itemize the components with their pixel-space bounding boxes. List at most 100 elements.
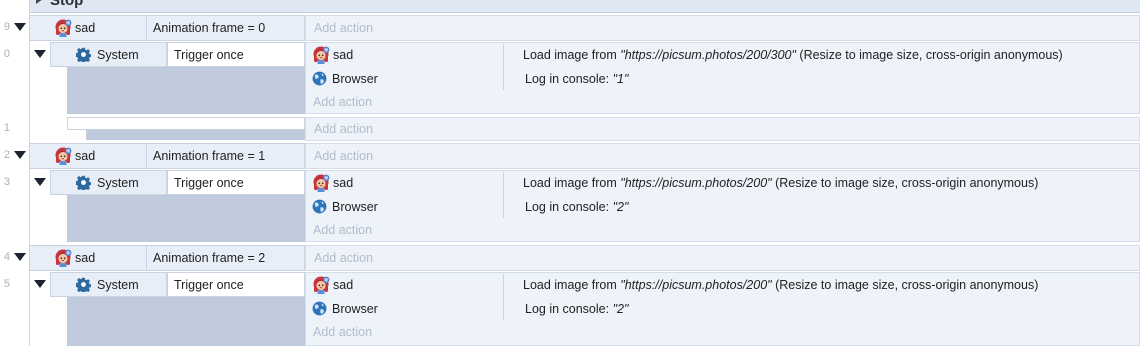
line-number: 4	[3, 251, 10, 263]
action-text: Log in console: "2"	[525, 200, 628, 214]
add-action-text: Add action	[313, 325, 373, 339]
action-text: Load image from "https://picsum.photos/2…	[523, 278, 1038, 292]
action-object-name: Browser	[332, 71, 378, 86]
action-text: Log in console: "1"	[525, 72, 628, 86]
action-text-suffix: (Resize to image size, cross-origin anon…	[771, 277, 1039, 292]
action-object-name: sad	[333, 47, 354, 62]
action-text-string: "https://picsum.photos/200/300"	[620, 47, 796, 62]
girl-sprite-icon	[54, 249, 72, 267]
event-object-cell[interactable]: sad	[54, 245, 146, 271]
girl-sprite-icon	[54, 19, 72, 37]
sub-event-object-cell[interactable]: System	[50, 272, 167, 297]
action-row[interactable]: sad Load image from "https://picsum.phot…	[312, 171, 1140, 194]
sub-event-object-name: System	[97, 47, 139, 62]
add-action-text: Add action	[314, 21, 374, 35]
globe-icon	[312, 71, 327, 86]
sub-event-object-cell[interactable]: System	[50, 42, 167, 67]
sub-event-condition[interactable]: Trigger once	[167, 170, 305, 195]
line-number: 1	[3, 122, 10, 134]
line-number: 0	[3, 48, 10, 60]
event-object-cell[interactable]: sad	[54, 15, 146, 41]
action-row[interactable]: Browser Log in console: "2"	[312, 195, 1140, 218]
add-action-link[interactable]: Add action	[313, 321, 513, 343]
add-action-text: Add action	[314, 122, 374, 136]
group-title: Stop	[50, 0, 84, 9]
globe-icon	[312, 301, 327, 316]
girl-sprite-icon	[312, 174, 330, 192]
line-number: 9	[3, 21, 10, 33]
sub-event-body	[67, 67, 305, 114]
action-object-name: Browser	[332, 199, 378, 214]
action-text-prefix: Log in console:	[525, 71, 613, 86]
sub-event-condition-text: Trigger once	[174, 277, 244, 292]
sub-event-condition[interactable]: Trigger once	[167, 42, 305, 67]
event-object-name: sad	[75, 149, 96, 163]
triangle-down-icon[interactable]	[14, 23, 26, 31]
add-action-link[interactable]: Add action	[313, 219, 513, 241]
girl-sprite-icon	[54, 147, 72, 165]
event-condition[interactable]: Animation frame = 2	[153, 245, 303, 271]
sub-event-body	[67, 195, 305, 242]
action-text-string: "2"	[612, 301, 629, 316]
event-condition[interactable]: Animation frame = 0	[153, 15, 303, 41]
add-action-link[interactable]: Add action	[305, 117, 1140, 141]
event-condition[interactable]: Animation frame = 1	[153, 143, 303, 169]
event-object-cell[interactable]: sad	[54, 143, 146, 169]
empty-sub-event[interactable]	[67, 117, 305, 130]
event-condition-text: Animation frame = 0	[153, 21, 266, 35]
globe-icon	[312, 199, 327, 214]
triangle-down-icon[interactable]	[34, 178, 46, 186]
triangle-down-icon[interactable]	[14, 253, 26, 261]
add-action-text: Add action	[313, 223, 373, 237]
action-text-prefix: Load image from	[523, 277, 621, 292]
girl-sprite-icon	[312, 46, 330, 64]
add-action-link[interactable]: Add action	[305, 15, 1140, 41]
action-text-string: "1"	[612, 71, 629, 86]
event-condition-text: Animation frame = 2	[153, 251, 266, 265]
action-object-name: Browser	[332, 301, 378, 316]
sub-event-object-name: System	[97, 277, 139, 292]
add-action-link[interactable]: Add action	[305, 143, 1140, 169]
add-action-link[interactable]: Add action	[313, 91, 513, 113]
action-text-string: "2"	[612, 199, 629, 214]
group-collapse-icon[interactable]	[36, 0, 43, 4]
triangle-down-icon[interactable]	[14, 151, 26, 159]
action-text: Load image from "https://picsum.photos/2…	[523, 48, 1063, 62]
action-row[interactable]: Browser Log in console: "2"	[312, 297, 1140, 320]
action-object-name: sad	[333, 277, 354, 292]
sub-event-object-name: System	[97, 175, 139, 190]
action-row[interactable]: sad Load image from "https://picsum.phot…	[312, 273, 1140, 296]
girl-sprite-icon	[312, 276, 330, 294]
line-number: 2	[3, 149, 10, 161]
triangle-down-icon[interactable]	[34, 50, 46, 58]
add-action-text: Add action	[314, 149, 374, 163]
gear-icon	[76, 277, 91, 292]
action-text-prefix: Log in console:	[525, 301, 613, 316]
action-text-string: "https://picsum.photos/200"	[620, 277, 772, 292]
add-action-link[interactable]: Add action	[305, 245, 1140, 271]
event-condition-text: Animation frame = 1	[153, 149, 266, 163]
line-number: 3	[3, 176, 10, 188]
action-text-prefix: Load image from	[523, 175, 621, 190]
action-text-prefix: Log in console:	[525, 199, 613, 214]
event-object-name: sad	[75, 251, 96, 265]
action-text: Log in console: "2"	[525, 302, 628, 316]
action-text-prefix: Load image from	[523, 47, 621, 62]
gear-icon	[76, 175, 91, 190]
action-row[interactable]: sad Load image from "https://picsum.phot…	[312, 43, 1140, 66]
triangle-down-icon[interactable]	[34, 280, 46, 288]
action-text: Load image from "https://picsum.photos/2…	[523, 176, 1038, 190]
add-action-text: Add action	[314, 251, 374, 265]
action-text-suffix: (Resize to image size, cross-origin anon…	[795, 47, 1063, 62]
sub-event-condition-text: Trigger once	[174, 47, 244, 62]
empty-sub-event-body	[86, 130, 305, 140]
action-object-name: sad	[333, 175, 354, 190]
sub-event-condition-text: Trigger once	[174, 175, 244, 190]
gear-icon	[76, 47, 91, 62]
sub-event-body	[67, 297, 305, 346]
sub-event-condition[interactable]: Trigger once	[167, 272, 305, 297]
sub-event-object-cell[interactable]: System	[50, 170, 167, 195]
group-header[interactable]	[29, 0, 1140, 13]
action-row[interactable]: Browser Log in console: "1"	[312, 67, 1140, 90]
action-text-suffix: (Resize to image size, cross-origin anon…	[771, 175, 1039, 190]
